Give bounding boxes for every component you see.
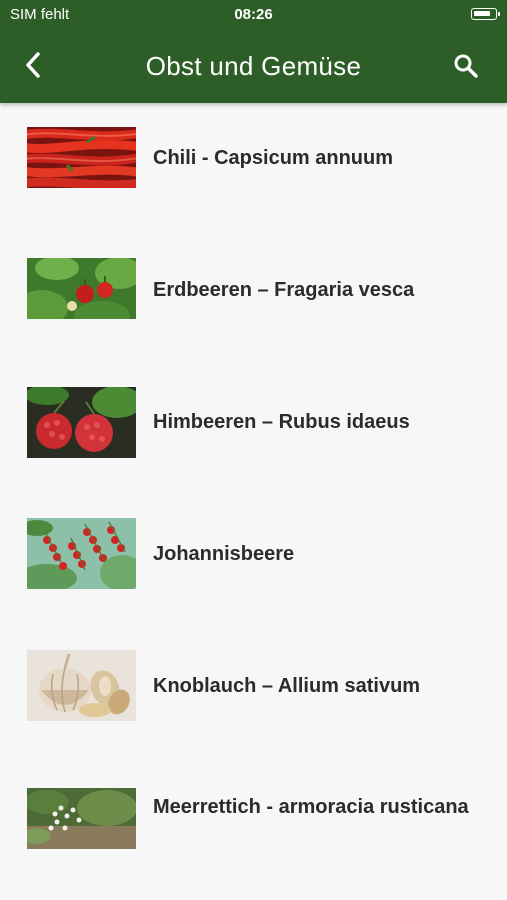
item-label: Chili - Capsicum annuum [153,147,394,169]
chili-thumbnail [27,127,136,188]
list-item[interactable]: Chili - Capsicum annuum [0,103,507,235]
status-time: 08:26 [234,6,273,23]
garlic-thumbnail [27,650,136,721]
app-header: SIM fehlt 08:26 Obst und Gemüse [0,0,507,103]
battery-icon [471,8,500,20]
list-item[interactable]: Himbeeren – Rubus idaeus [0,367,507,499]
page-title: Obst und Gemüse [145,51,362,81]
list-item[interactable]: Erdbeeren – Fragaria vesca [0,235,507,367]
item-label: Himbeeren – Rubus idaeus [153,411,410,433]
status-bar: SIM fehlt 08:26 [0,0,507,30]
item-label: Johannisbeere [153,543,295,565]
list-item[interactable]: Johannisbeere [0,499,507,631]
horseradish-thumbnail [27,788,136,849]
item-label: Erdbeeren – Fragaria vesca [153,279,415,301]
list-item[interactable]: Knoblauch – Allium sativum [0,631,507,763]
raspberry-thumbnail [27,387,136,458]
list-item[interactable]: Meerrettich - armoracia rusticana [0,763,507,895]
search-icon [454,54,478,78]
item-label: Meerrettich - armoracia rusticana [153,796,469,818]
strawberry-thumbnail [27,258,136,319]
search-button[interactable] [450,50,482,82]
currant-thumbnail [27,518,136,589]
item-label: Knoblauch – Allium sativum [153,675,421,697]
